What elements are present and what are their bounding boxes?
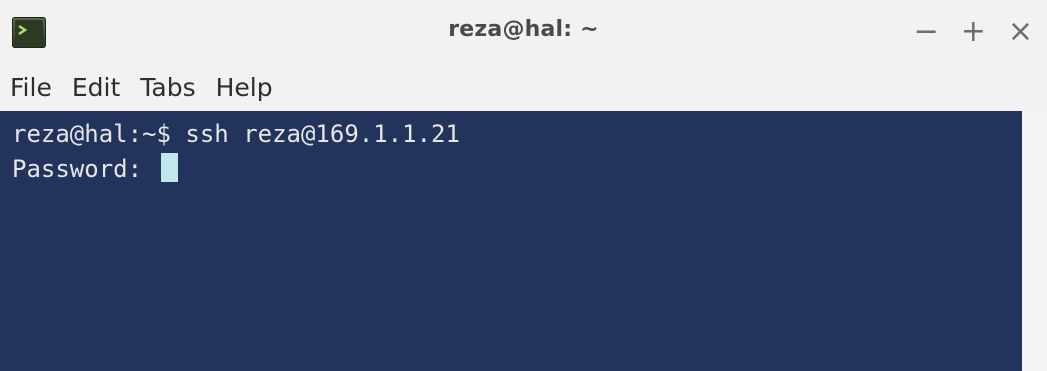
minimize-button[interactable]: − — [914, 14, 939, 50]
terminal-line-command: reza@hal:~$ ssh reza@169.1.1.21 — [12, 120, 460, 148]
terminal-output[interactable]: reza@hal:~$ ssh reza@169.1.1.21 Password… — [0, 111, 1022, 371]
close-button[interactable]: × — [1008, 14, 1033, 50]
maximize-button[interactable]: + — [961, 14, 986, 50]
password-prompt: Password: — [12, 155, 157, 183]
menu-bar: File Edit Tabs Help — [0, 64, 1047, 110]
menu-tabs[interactable]: Tabs — [140, 73, 195, 102]
menu-file[interactable]: File — [10, 73, 52, 102]
text-cursor — [160, 153, 178, 182]
title-bar[interactable]: reza@hal: ~ − + × — [0, 0, 1047, 64]
terminal-line-password: Password: — [12, 152, 1022, 187]
menu-edit[interactable]: Edit — [72, 73, 120, 102]
terminal-window: reza@hal: ~ − + × File Edit Tabs Help re… — [0, 0, 1047, 371]
window-controls: − + × — [914, 14, 1033, 50]
scrollbar[interactable] — [1022, 111, 1047, 371]
menu-help[interactable]: Help — [216, 73, 273, 102]
window-title: reza@hal: ~ — [448, 17, 599, 42]
